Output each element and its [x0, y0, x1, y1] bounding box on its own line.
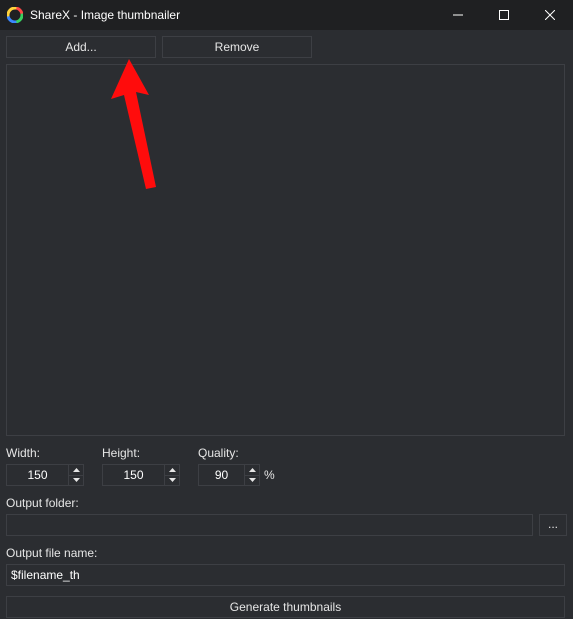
quality-group: Quality: % [198, 446, 275, 486]
height-input[interactable] [102, 464, 164, 486]
height-step-up[interactable] [165, 465, 179, 476]
maximize-button[interactable] [481, 0, 527, 30]
height-stepper[interactable] [102, 464, 180, 486]
height-spinner [164, 464, 180, 486]
sharex-app-icon [6, 6, 24, 24]
output-folder-input[interactable] [6, 514, 533, 536]
output-folder-section: Output folder: ... [6, 496, 567, 536]
width-stepper[interactable] [6, 464, 84, 486]
file-buttons-row: Add... Remove [6, 36, 567, 58]
width-group: Width: [6, 446, 84, 486]
quality-stepper[interactable] [198, 464, 260, 486]
quality-step-up[interactable] [245, 465, 259, 476]
height-group: Height: [102, 446, 180, 486]
height-step-down[interactable] [165, 476, 179, 486]
width-label: Width: [6, 446, 84, 460]
remove-button[interactable]: Remove [162, 36, 312, 58]
dimensions-row: Width: Height: [6, 446, 567, 486]
file-list-panel[interactable] [6, 64, 565, 436]
width-step-up[interactable] [69, 465, 83, 476]
width-spinner [68, 464, 84, 486]
quality-percent-label: % [264, 468, 275, 482]
quality-spinner [244, 464, 260, 486]
quality-label: Quality: [198, 446, 275, 460]
generate-thumbnails-button[interactable]: Generate thumbnails [6, 596, 565, 618]
browse-folder-button[interactable]: ... [539, 514, 567, 536]
output-folder-label: Output folder: [6, 496, 567, 510]
output-filename-input[interactable] [6, 564, 565, 586]
minimize-button[interactable] [435, 0, 481, 30]
width-input[interactable] [6, 464, 68, 486]
annotation-arrow-icon [44, 47, 174, 210]
quality-input[interactable] [198, 464, 244, 486]
output-filename-label: Output file name: [6, 546, 567, 560]
height-label: Height: [102, 446, 180, 460]
output-filename-section: Output file name: [6, 546, 567, 586]
quality-step-down[interactable] [245, 476, 259, 486]
close-button[interactable] [527, 0, 573, 30]
window-controls [435, 0, 573, 30]
title-bar: ShareX - Image thumbnailer [0, 0, 573, 30]
window-title: ShareX - Image thumbnailer [30, 0, 435, 30]
width-step-down[interactable] [69, 476, 83, 486]
add-button[interactable]: Add... [6, 36, 156, 58]
